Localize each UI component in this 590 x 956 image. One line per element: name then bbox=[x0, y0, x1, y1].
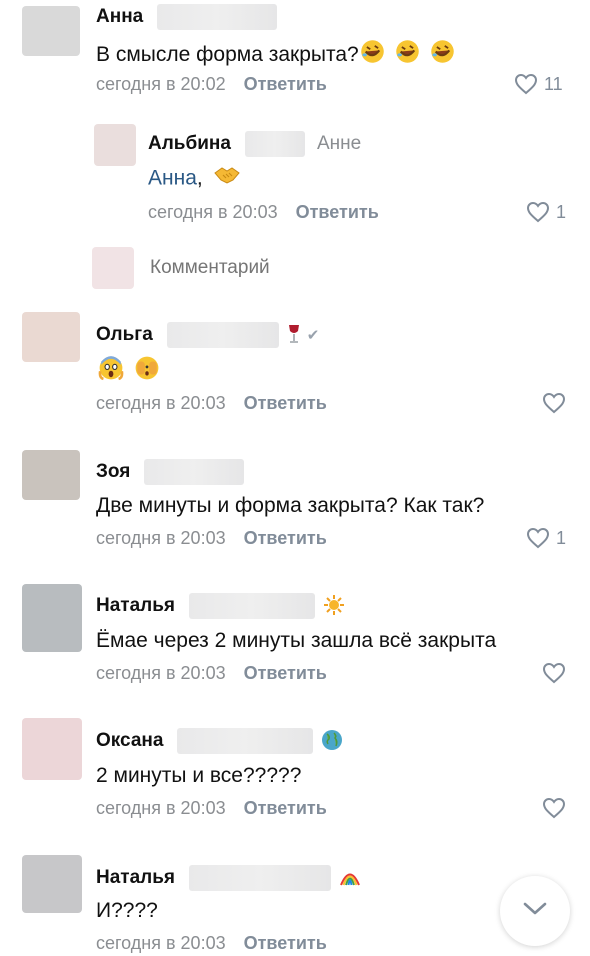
heart-icon bbox=[514, 73, 538, 95]
comment-time: сегодня в 20:03 bbox=[96, 392, 226, 413]
like-button[interactable]: 1 bbox=[526, 200, 566, 224]
author-surname-blurred bbox=[189, 865, 331, 891]
comment-time: сегодня в 20:02 bbox=[96, 73, 226, 94]
comment-time: сегодня в 20:03 bbox=[96, 527, 226, 548]
rainbow-icon bbox=[339, 868, 361, 889]
author-surname-blurred bbox=[189, 593, 315, 619]
avatar[interactable] bbox=[22, 718, 82, 780]
comment-text: 2 минуты и все????? bbox=[96, 764, 302, 787]
author-name[interactable]: Зоя bbox=[96, 461, 130, 483]
like-button[interactable] bbox=[542, 796, 566, 820]
author-surname-blurred bbox=[177, 728, 314, 754]
avatar[interactable] bbox=[22, 584, 82, 652]
rolling-on-floor-laughing-icon bbox=[359, 38, 386, 73]
comment-text: Ёмае через 2 минуты зашла всё закрыта bbox=[96, 629, 497, 652]
reply-button[interactable]: Ответить bbox=[244, 74, 327, 95]
comment-time: сегодня в 20:03 bbox=[148, 201, 278, 222]
heart-icon bbox=[542, 797, 566, 819]
heart-icon bbox=[526, 201, 550, 223]
like-count: 1 bbox=[556, 527, 567, 548]
peeking-face-icon bbox=[134, 355, 160, 389]
heart-icon bbox=[526, 527, 550, 549]
comment-text: Анна, bbox=[148, 164, 241, 194]
reply-input-row bbox=[92, 247, 450, 289]
author-name[interactable]: Оксана bbox=[96, 730, 163, 752]
heart-icon bbox=[542, 392, 566, 414]
comment-text bbox=[98, 355, 160, 389]
reply-button[interactable]: Ответить bbox=[244, 393, 327, 414]
author-surname-blurred bbox=[244, 131, 305, 157]
comment-time: сегодня в 20:03 bbox=[96, 932, 226, 953]
avatar[interactable] bbox=[22, 6, 80, 56]
avatar[interactable] bbox=[22, 855, 82, 913]
like-count: 11 bbox=[544, 73, 563, 94]
avatar[interactable] bbox=[22, 312, 80, 362]
author-name[interactable]: Наталья bbox=[96, 867, 175, 889]
author-name[interactable]: Анна bbox=[96, 6, 143, 28]
reply-button[interactable]: Ответить bbox=[244, 528, 327, 549]
mention-link[interactable]: Анна bbox=[148, 167, 197, 190]
comment-text: В смысле форма закрыта? bbox=[96, 38, 456, 73]
like-count: 1 bbox=[556, 201, 567, 222]
reply-button[interactable]: Ответить bbox=[296, 202, 379, 223]
avatar[interactable] bbox=[94, 124, 136, 166]
reply-button[interactable]: Ответить bbox=[244, 933, 327, 954]
reply-button[interactable]: Ответить bbox=[244, 798, 327, 819]
author-surname-blurred bbox=[144, 459, 245, 485]
author-surname-blurred bbox=[157, 4, 278, 30]
author-surname-blurred bbox=[166, 322, 279, 348]
like-button[interactable]: 1 bbox=[526, 526, 566, 550]
author-name[interactable]: Наталья bbox=[96, 595, 175, 617]
wine-glass-icon bbox=[287, 324, 301, 347]
globe-icon bbox=[321, 729, 343, 754]
screaming-face-icon bbox=[98, 355, 124, 389]
handshake-icon bbox=[213, 164, 241, 194]
like-button[interactable] bbox=[542, 391, 566, 415]
heart-icon bbox=[542, 662, 566, 684]
rolling-on-floor-laughing-icon bbox=[429, 38, 456, 73]
avatar bbox=[92, 247, 134, 289]
chevron-down-icon bbox=[522, 901, 548, 922]
comment-time: сегодня в 20:03 bbox=[96, 662, 226, 683]
reply-to-label[interactable]: Анне bbox=[317, 133, 361, 155]
verified-icon: ✔ bbox=[306, 327, 320, 344]
avatar[interactable] bbox=[22, 450, 80, 500]
rolling-on-floor-laughing-icon bbox=[394, 38, 421, 73]
like-button[interactable] bbox=[542, 661, 566, 685]
author-name[interactable]: Альбина bbox=[148, 133, 231, 155]
reply-button[interactable]: Ответить bbox=[244, 663, 327, 684]
comment-time: сегодня в 20:03 bbox=[96, 797, 226, 818]
like-button[interactable]: 11 bbox=[514, 72, 563, 96]
author-name[interactable]: Ольга bbox=[96, 324, 153, 346]
comment-text: И???? bbox=[96, 899, 158, 922]
comment-input[interactable] bbox=[150, 257, 450, 279]
scroll-down-button[interactable] bbox=[500, 876, 570, 946]
sun-icon bbox=[323, 594, 345, 619]
comment-text: Две минуты и форма закрыта? Как так? bbox=[96, 494, 485, 517]
